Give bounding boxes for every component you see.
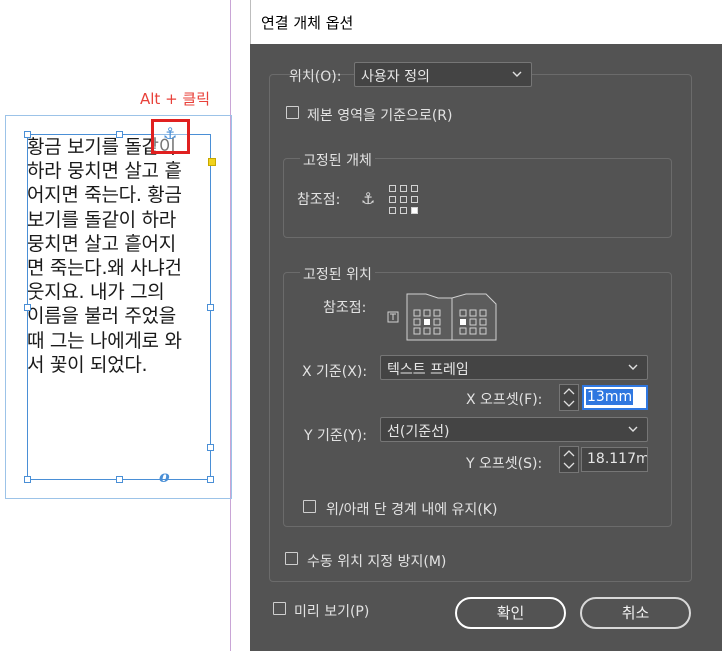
stepper-arrows-icon: [563, 450, 575, 469]
anchored-object-title: 고정된 개체: [300, 150, 375, 170]
frame-handle[interactable]: [24, 304, 31, 311]
anchored-object-options-dialog: 연결 개체 옵션 위치(O): 사용자 정의 제본 영역을 기준으로(R) 고정…: [250, 0, 722, 651]
chevron-down-icon: [512, 71, 522, 77]
y-relative-label: Y 기준(Y):: [304, 428, 367, 444]
x-offset-label: X 오프셋(F):: [466, 392, 543, 408]
anchor-highlight-box[interactable]: ⚓: [151, 119, 190, 154]
frame-handle[interactable]: [207, 476, 214, 483]
text-line: 보기를 돌같이 하라: [27, 208, 176, 231]
x-relative-dropdown[interactable]: 텍스트 프레임: [380, 355, 648, 380]
anchor-icon[interactable]: ⚓: [163, 124, 177, 143]
reference-point-cell[interactable]: [389, 185, 396, 192]
x-offset-stepper[interactable]: [559, 384, 579, 411]
page-spread-icon: [387, 293, 497, 341]
ok-button[interactable]: 확인: [455, 597, 566, 629]
anchored-position-ref-label: 참조점:: [323, 300, 367, 316]
frame-handle[interactable]: [116, 476, 123, 483]
anchored-object-group: [283, 158, 672, 238]
keep-within-checkbox[interactable]: [303, 500, 316, 513]
text-line: 어지면 죽는다. 황금: [27, 184, 182, 207]
y-offset-label: Y 오프셋(S):: [466, 456, 543, 472]
position-value: 사용자 정의: [361, 69, 430, 85]
reference-point-grid[interactable]: [389, 185, 421, 217]
dialog-title: 연결 개체 옵션: [261, 14, 354, 32]
frame-handle[interactable]: [207, 444, 214, 451]
reference-point-cell-selected[interactable]: [411, 207, 418, 214]
reference-point-cell[interactable]: [400, 185, 407, 192]
position-label: 위치(O):: [289, 69, 342, 85]
prevent-manual-checkbox[interactable]: [285, 552, 298, 565]
x-relative-value: 텍스트 프레임: [387, 362, 469, 378]
text-line: 면 죽는다.왜 사냐건: [27, 257, 182, 280]
preview-label[interactable]: 미리 보기(P): [294, 601, 369, 621]
x-offset-field[interactable]: 13mm: [582, 385, 648, 410]
preview-checkbox[interactable]: [273, 602, 286, 615]
annotation-label: Alt + 클릭: [140, 90, 211, 108]
anchor-icon: ⚓: [361, 189, 376, 208]
frame-handle[interactable]: [24, 476, 31, 483]
anchored-object-ref-label: 참조점:: [297, 192, 341, 208]
text-line: 웃지요. 내가 그의: [27, 281, 165, 304]
relative-to-spine-checkbox[interactable]: [286, 106, 299, 119]
reference-point-cell[interactable]: [389, 207, 396, 214]
anchored-position-title: 고정된 위치: [300, 264, 375, 284]
text-line: 황금 보기를 돌같이: [27, 136, 176, 158]
text-line: 때 그는 나에게로 와: [27, 329, 182, 352]
x-offset-value: 13mm: [586, 389, 634, 405]
prevent-manual-label[interactable]: 수동 위치 지정 방지(M): [307, 551, 446, 571]
text-line: 서 꽃이 되었다.: [27, 353, 148, 376]
y-relative-value: 선(기준선): [387, 424, 450, 440]
keep-within-label[interactable]: 위/아래 단 경계 내에 유지(K): [326, 499, 497, 519]
position-dropdown[interactable]: 사용자 정의: [354, 62, 532, 87]
dialog-titlebar[interactable]: 연결 개체 옵션: [250, 0, 722, 44]
reference-point-cell[interactable]: [400, 207, 407, 214]
chevron-down-icon: [628, 364, 638, 370]
reference-point-cell[interactable]: [389, 196, 396, 203]
live-corner-handle[interactable]: [208, 158, 216, 166]
y-relative-dropdown[interactable]: 선(기준선): [380, 417, 648, 442]
out-port-icon[interactable]: o: [159, 467, 170, 486]
y-offset-stepper[interactable]: [559, 446, 579, 473]
y-offset-field[interactable]: 18.117mm: [581, 447, 648, 472]
y-offset-value: 18.117mm: [587, 451, 647, 467]
frame-handle[interactable]: [207, 304, 214, 311]
body-text[interactable]: 황금 보기를 돌같이 하라 뭉치면 살고 흩 어지면 죽는다. 황금 보기를 돌같이 …: [27, 135, 223, 377]
reference-point-cell[interactable]: [411, 185, 418, 192]
x-relative-label: X 기준(X):: [302, 364, 368, 380]
text-line: 하라 뭉치면 살고 흩: [27, 160, 182, 183]
text-line: 뭉치면 살고 흩어지: [27, 232, 176, 255]
relative-to-spine-label[interactable]: 제본 영역을 기준으로(R): [307, 105, 452, 125]
frame-handle[interactable]: [24, 131, 31, 138]
reference-point-cell[interactable]: [411, 196, 418, 203]
chevron-down-icon: [628, 426, 638, 432]
frame-handle[interactable]: [116, 131, 123, 138]
text-line: 이름을 불러 주었을: [27, 305, 176, 328]
reference-point-cell[interactable]: [400, 196, 407, 203]
stepper-arrows-icon: [563, 388, 575, 407]
cancel-button[interactable]: 취소: [580, 597, 691, 629]
